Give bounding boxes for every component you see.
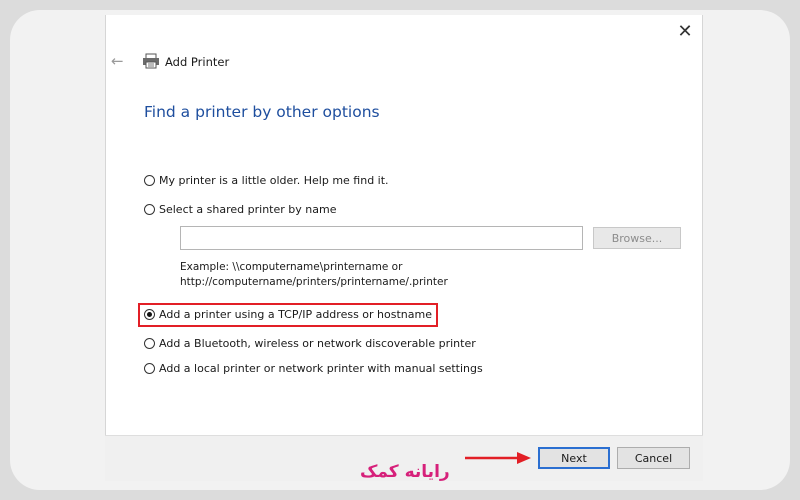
option-tcpip-printer[interactable]: Add a printer using a TCP/IP address or … bbox=[144, 306, 432, 322]
radio-bluetooth-printer[interactable] bbox=[144, 337, 155, 349]
back-arrow-icon[interactable]: ← bbox=[111, 52, 129, 70]
radio-tcpip-printer[interactable] bbox=[144, 308, 155, 320]
example-line-2: http://computername/printers/printername… bbox=[180, 276, 448, 288]
page-heading: Find a printer by other options bbox=[144, 103, 380, 121]
red-arrow-icon bbox=[465, 452, 531, 464]
window-title: Add Printer bbox=[165, 55, 230, 69]
option-bluetooth-printer[interactable]: Add a Bluetooth, wireless or network dis… bbox=[144, 335, 476, 351]
radio-shared-printer[interactable] bbox=[144, 203, 155, 215]
option-label: Select a shared printer by name bbox=[159, 202, 337, 216]
example-line-1: Example: \\computername\printername or bbox=[180, 261, 403, 273]
browse-button[interactable]: Browse... bbox=[593, 227, 681, 249]
printer-icon bbox=[143, 53, 159, 69]
radio-older-printer[interactable] bbox=[144, 174, 155, 186]
brand-logo: رایانه کمک bbox=[360, 462, 450, 482]
example-text: Example: \\computername\printername or h… bbox=[180, 260, 448, 290]
option-label: Add a Bluetooth, wireless or network dis… bbox=[159, 336, 476, 350]
close-icon[interactable]: ✕ bbox=[671, 20, 699, 44]
option-local-printer[interactable]: Add a local printer or network printer w… bbox=[144, 360, 483, 376]
radio-local-printer[interactable] bbox=[144, 362, 155, 374]
option-label: My printer is a little older. Help me fi… bbox=[159, 173, 389, 187]
option-shared-printer[interactable]: Select a shared printer by name bbox=[144, 201, 336, 217]
option-label: Add a local printer or network printer w… bbox=[159, 361, 483, 375]
option-older-printer[interactable]: My printer is a little older. Help me fi… bbox=[144, 172, 389, 188]
shared-printer-name-input[interactable] bbox=[180, 226, 583, 250]
cancel-button[interactable]: Cancel bbox=[617, 447, 690, 469]
option-label: Add a printer using a TCP/IP address or … bbox=[159, 307, 432, 321]
next-button[interactable]: Next bbox=[538, 447, 610, 469]
